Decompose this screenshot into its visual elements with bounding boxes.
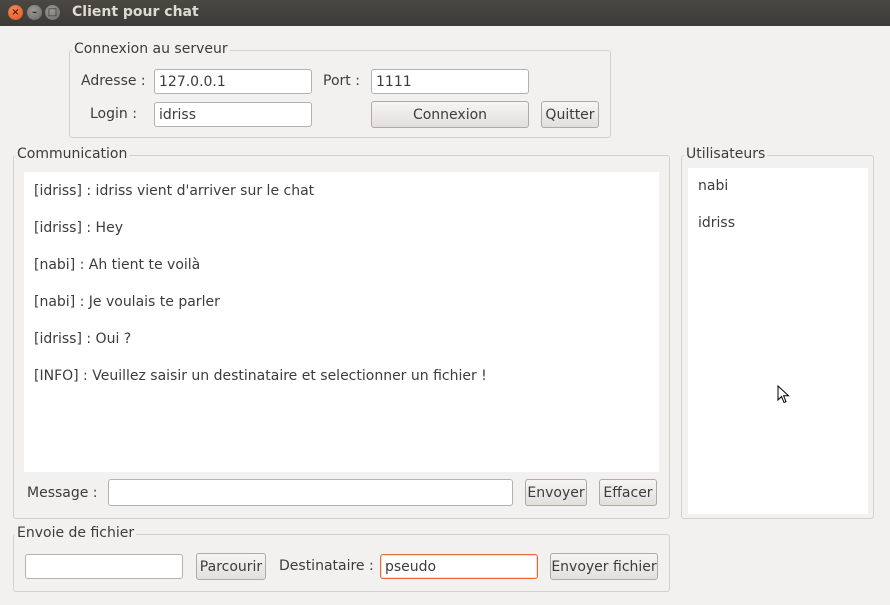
users-list[interactable]: nabi idriss <box>688 168 868 514</box>
connect-button[interactable]: Connexion <box>371 101 529 128</box>
mouse-pointer-icon <box>777 385 790 404</box>
window-title: Client pour chat <box>72 4 199 20</box>
send-button[interactable]: Envoyer <box>525 479 587 506</box>
maximize-window-icon[interactable]: □ <box>45 5 60 20</box>
message-label: Message : <box>27 485 98 501</box>
address-field[interactable] <box>154 69 312 94</box>
window-titlebar: × – □ Client pour chat <box>0 0 890 26</box>
users-group-title: Utilisateurs <box>684 146 768 162</box>
chat-message: [idriss] : Hey <box>34 220 123 236</box>
file-path-input[interactable] <box>25 554 183 579</box>
chat-message: [idriss] : Oui ? <box>34 331 132 347</box>
port-field[interactable] <box>371 69 529 94</box>
send-file-button[interactable]: Envoyer fichier <box>550 553 658 580</box>
user-item-nabi[interactable]: nabi <box>698 178 728 194</box>
chat-log[interactable]: [idriss] : idriss vient d'arriver sur le… <box>24 172 659 472</box>
communication-group-title: Communication <box>15 146 130 162</box>
clear-button[interactable]: Effacer <box>599 479 657 506</box>
quit-button[interactable]: Quitter <box>541 101 599 128</box>
minimize-window-icon[interactable]: – <box>27 5 42 20</box>
connection-group-title: Connexion au serveur <box>72 41 230 57</box>
browse-button[interactable]: Parcourir <box>196 553 266 580</box>
login-field[interactable] <box>154 102 312 127</box>
file-group-title: Envoie de fichier <box>15 525 137 541</box>
user-item-idriss[interactable]: idriss <box>698 215 735 231</box>
chat-message: [nabi] : Je voulais te parler <box>34 294 220 310</box>
login-label: Login : <box>90 106 137 122</box>
chat-message: [INFO] : Veuillez saisir un destinataire… <box>34 368 487 384</box>
port-label: Port : <box>323 73 360 89</box>
connection-group <box>69 50 611 138</box>
recipient-input[interactable] <box>380 554 538 579</box>
recipient-label: Destinataire : <box>279 558 374 574</box>
chat-message: [nabi] : Ah tient te voilà <box>34 257 201 273</box>
address-label: Adresse : <box>81 73 146 89</box>
close-window-icon[interactable]: × <box>8 5 23 20</box>
chat-message: [idriss] : idriss vient d'arriver sur le… <box>34 183 315 199</box>
message-input[interactable] <box>108 479 513 506</box>
